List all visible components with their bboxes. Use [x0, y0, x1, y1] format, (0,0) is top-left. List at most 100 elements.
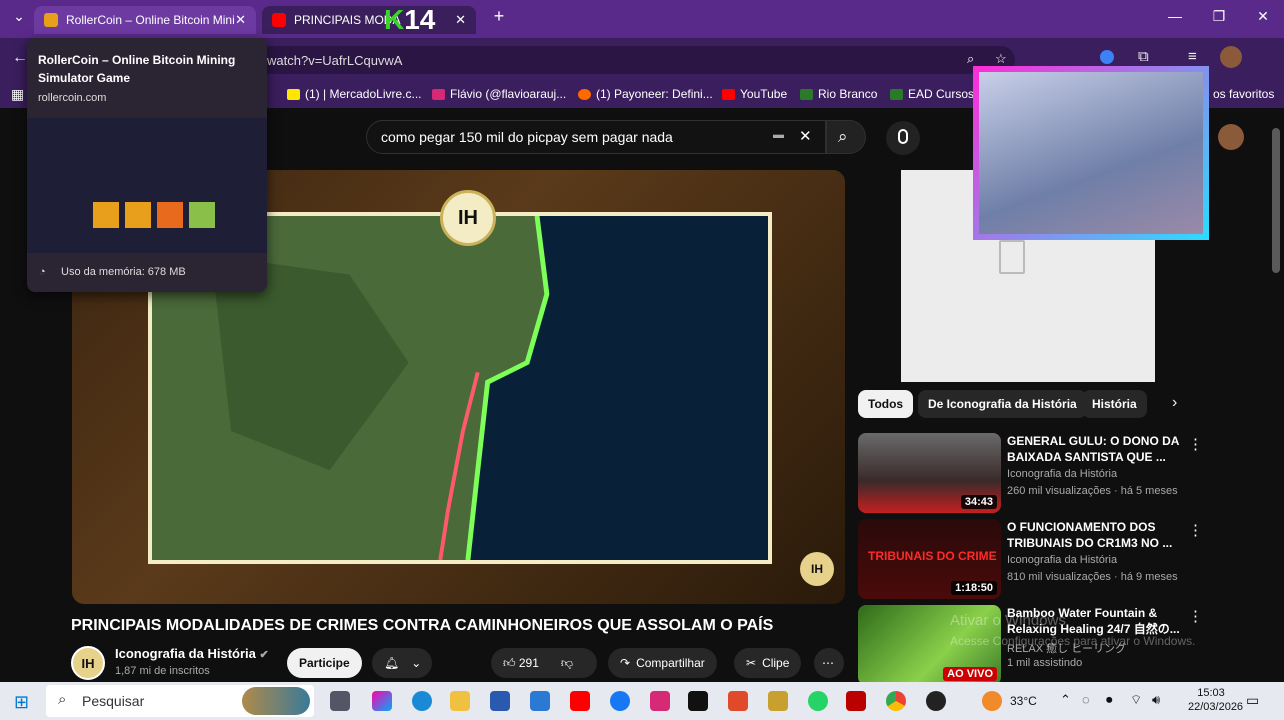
search-icon: ⌕	[58, 691, 67, 708]
clip-button[interactable]: ✂ Clipe	[734, 648, 802, 678]
close-tab-icon[interactable]: ✕	[235, 12, 246, 28]
apps-grid-icon[interactable]: ▦	[11, 86, 24, 103]
tab-search-chevron-icon[interactable]: ⌄	[4, 8, 34, 25]
more-actions-button[interactable]: ⋯	[814, 648, 844, 678]
copilot-icon[interactable]	[372, 691, 392, 711]
mail-icon[interactable]	[530, 691, 550, 711]
media-control-icon[interactable]: ≡	[1188, 48, 1197, 65]
instagram-icon	[432, 88, 445, 100]
bookmark-mercadolivre[interactable]: (1) | MercadoLivre.c...	[287, 87, 421, 101]
temperature[interactable]: 33°C	[1010, 694, 1037, 708]
more-options-icon[interactable]: ⋮	[1188, 435, 1203, 453]
file-explorer-icon[interactable]	[450, 691, 470, 711]
tab-youtube-video[interactable]: PRINCIPAIS MODA ✕	[262, 6, 476, 34]
notifications-icon[interactable]: ▭	[1246, 692, 1259, 709]
task-view-icon[interactable]	[330, 691, 350, 711]
preview-card	[93, 202, 119, 228]
zoom-icon[interactable]: ⌕	[967, 51, 974, 67]
bookmark-ead-cursos[interactable]: EAD Cursos	[890, 87, 974, 101]
video-thumbnail[interactable]: TRIBUNAIS DO CRIME 1:18:50	[858, 519, 1001, 599]
x-app-icon[interactable]	[688, 691, 708, 711]
voice-search-button[interactable]	[886, 121, 920, 155]
taskbar-search[interactable]: ⌕ Pesquisar	[46, 685, 314, 717]
address-bar[interactable]: watch?v=UafrLCquvwA ☆ ⌕	[255, 46, 1015, 74]
memory-usage: Uso da memória: 678 MB	[61, 266, 186, 278]
flag-icon	[800, 88, 813, 100]
app-icon[interactable]	[728, 691, 748, 711]
watermark-logo[interactable]: IH	[800, 552, 834, 586]
dislike-button[interactable]: 👎︎	[561, 656, 573, 671]
search-highlight-icon	[242, 687, 310, 715]
obs-icon[interactable]	[926, 691, 946, 711]
bookmark-star-icon[interactable]: ☆	[995, 51, 1007, 67]
whatsapp-icon[interactable]	[808, 691, 828, 711]
like-button[interactable]: 👍︎ 291	[503, 656, 539, 671]
bell-icon: 🔔︎	[384, 656, 400, 670]
share-button[interactable]: ↷ Compartilhar	[608, 648, 717, 678]
video-thumbnail[interactable]: 34:43	[858, 433, 1001, 513]
wifi-icon[interactable]: ⌔	[1130, 692, 1142, 708]
search-icon: ⌕	[838, 127, 848, 146]
more-icon: ⋯	[822, 656, 834, 670]
chip-channel[interactable]: De Iconografia da História	[918, 390, 1087, 418]
app-icon[interactable]	[846, 691, 866, 711]
chevron-right-icon[interactable]: ›	[1172, 394, 1177, 412]
recommendation-item[interactable]: TRIBUNAIS DO CRIME 1:18:50 O FUNCIONAMEN…	[858, 519, 1268, 599]
more-options-icon[interactable]: ⋮	[1188, 607, 1203, 625]
channel-name[interactable]: Iconografia da História ✔	[115, 646, 269, 661]
instagram-app-icon[interactable]	[650, 691, 670, 711]
search-button[interactable]: ⌕	[826, 120, 866, 154]
keyboard-icon[interactable]: ▬	[773, 129, 784, 141]
app-icon[interactable]	[768, 691, 788, 711]
bookmark-rio-branco[interactable]: Rio Branco	[800, 87, 877, 101]
network-icon[interactable]: ◌	[1082, 692, 1090, 707]
notifications-button[interactable]: 🔔︎ ⌄	[372, 648, 432, 678]
preview-card	[189, 202, 215, 228]
bookmark-youtube[interactable]: YouTube	[722, 87, 787, 101]
profile-avatar[interactable]	[1220, 46, 1242, 68]
more-options-icon[interactable]: ⋮	[1188, 521, 1203, 539]
chip-history[interactable]: História	[1082, 390, 1147, 418]
minimize-icon[interactable]: —	[1160, 8, 1190, 24]
microphone-icon[interactable]: ⏺	[1106, 692, 1113, 708]
bookmark-payoneer[interactable]: (1) Payoneer: Defini...	[578, 87, 713, 101]
new-tab-button[interactable]: +	[484, 6, 514, 27]
bookmark-instagram[interactable]: Flávio (@flavioarauj...	[432, 87, 566, 101]
chip-all[interactable]: Todos	[858, 390, 914, 418]
store-icon[interactable]	[490, 691, 510, 711]
preview-card	[125, 202, 151, 228]
youtube-app-icon[interactable]	[570, 691, 590, 711]
maximize-icon[interactable]: ❐	[1204, 8, 1234, 25]
chrome-icon[interactable]	[886, 691, 906, 711]
page-scrollbar[interactable]	[1272, 128, 1280, 273]
tab-rollercoin[interactable]: RollerCoin – Online Bitcoin Mini ✕	[34, 6, 256, 34]
mercadolivre-icon	[287, 88, 300, 100]
clock[interactable]: 15:03 22/03/2026	[1188, 686, 1243, 714]
channel-logo-badge: IH	[440, 190, 496, 246]
volume-icon[interactable]: 🔊︎	[1152, 692, 1160, 708]
join-button[interactable]: Participe	[287, 648, 362, 678]
windows-start-icon[interactable]: ⊞	[14, 692, 29, 713]
k-logo-icon: K	[384, 4, 405, 35]
chevron-up-icon[interactable]: ⌃	[1060, 692, 1071, 708]
close-tab-icon[interactable]: ✕	[455, 12, 466, 28]
youtube-account-avatar[interactable]	[1218, 124, 1244, 150]
bookmark-all-favorites[interactable]: os favoritos	[1213, 87, 1274, 101]
weather-icon[interactable]	[982, 691, 1002, 711]
channel-avatar[interactable]: IH	[71, 646, 105, 680]
search-input[interactable]: como pegar 150 mil do picpay sem pagar n…	[366, 120, 826, 154]
video-title: PRINCIPAIS MODALIDADES DE CRIMES CONTRA …	[71, 617, 774, 634]
close-window-icon[interactable]: ✕	[1248, 8, 1278, 25]
stream-overlay-logo: K14	[384, 4, 436, 35]
extensions-puzzle-icon[interactable]: ⧉	[1138, 48, 1149, 65]
recommendation-item[interactable]: 34:43 GENERAL GULU: O DONO DA BAIXADA SA…	[858, 433, 1268, 513]
edge-icon[interactable]	[412, 691, 432, 711]
webcam-overlay	[973, 66, 1209, 240]
hovercard-title: RollerCoin – Online Bitcoin Mining Simul…	[38, 53, 236, 85]
back-arrow-icon[interactable]: ←	[12, 49, 28, 67]
clear-search-icon[interactable]: ✕	[799, 127, 812, 145]
facebook-icon[interactable]	[610, 691, 630, 711]
url-text: watch?v=UafrLCquvwA	[267, 53, 403, 68]
extension-icon[interactable]	[1100, 50, 1114, 64]
tab-strip: ⌄ RollerCoin – Online Bitcoin Mini ✕ PRI…	[0, 0, 1284, 38]
